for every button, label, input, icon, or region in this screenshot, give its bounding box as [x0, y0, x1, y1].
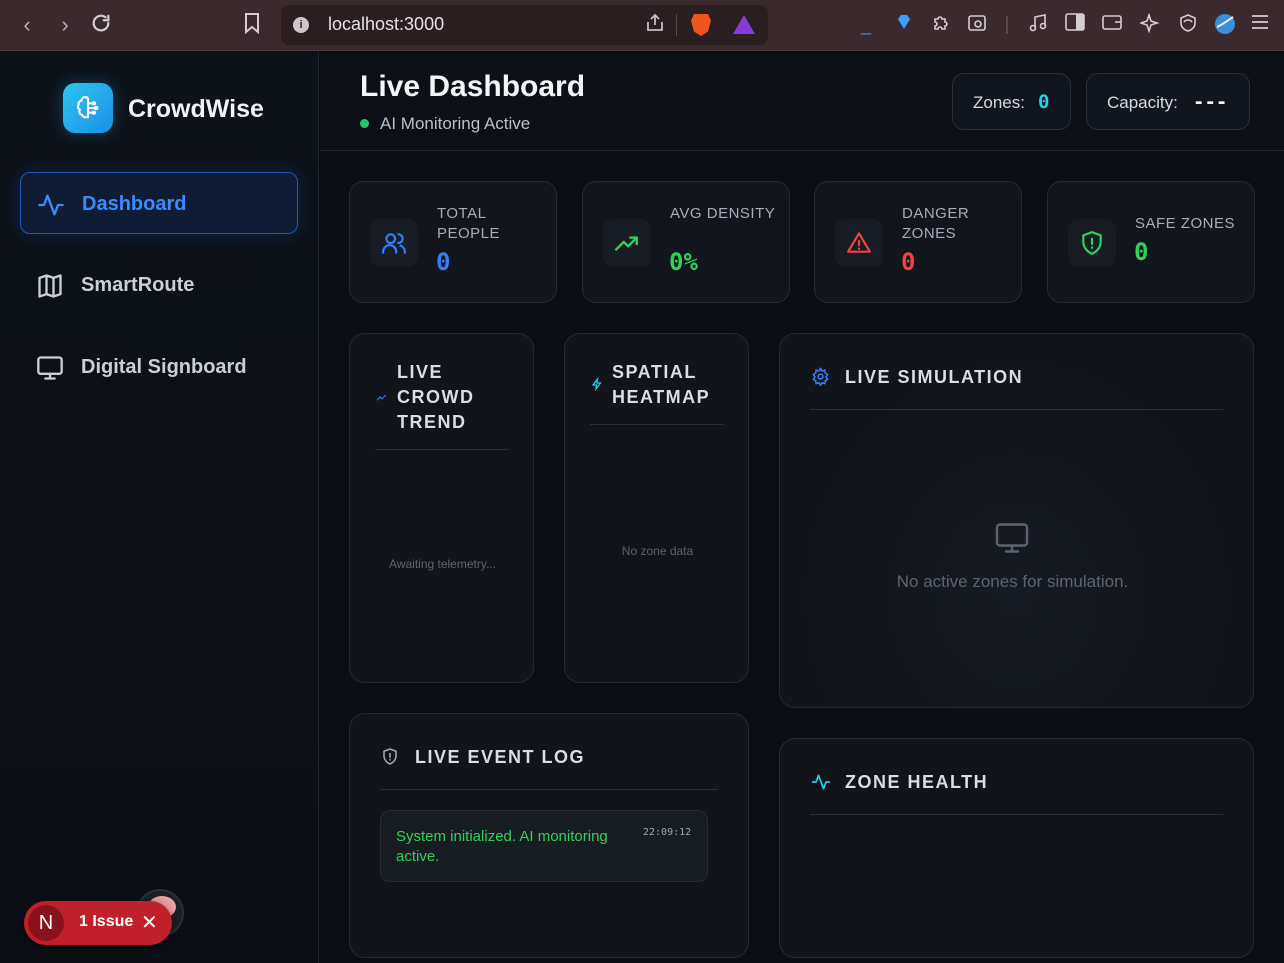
stat-label: DANGER ZONES: [902, 205, 970, 242]
gem-icon[interactable]: [892, 13, 916, 37]
status-dot: [360, 119, 369, 128]
issues-badge[interactable]: N 1 Issue ✕: [24, 901, 172, 945]
map-icon: [38, 274, 62, 298]
capacity-value: ---: [1193, 91, 1228, 113]
music-icon[interactable]: [1026, 13, 1050, 37]
zone-health-panel: ZONE HEALTH: [779, 738, 1254, 958]
sidebar-item-dashboard[interactable]: Dashboard: [20, 172, 298, 234]
empty-state-text: No active zones for simulation.: [896, 572, 1129, 591]
panel-title: SPATIAL HEATMAP: [612, 362, 711, 407]
stat-card-danger-zones: DANGER ZONES 0: [814, 181, 1022, 303]
close-icon[interactable]: ✕: [141, 910, 158, 935]
live-simulation-panel: LIVE SIMULATION No active zones for simu…: [779, 333, 1254, 708]
divider: [676, 14, 677, 36]
brave-rewards-icon[interactable]: [733, 15, 755, 34]
extension-minus-icon[interactable]: _: [854, 13, 878, 37]
stat-value: 0%: [669, 248, 698, 276]
wallet-icon[interactable]: [1100, 13, 1124, 37]
brain-logo-icon[interactable]: [63, 83, 113, 133]
browser-toolbar: ‹ › i localhost:3000 _: [0, 0, 1284, 51]
panel-title: LIVE SIMULATION: [845, 367, 1024, 387]
shield-icon: [383, 748, 397, 765]
bookmark-icon[interactable]: [239, 12, 265, 38]
reader-icon[interactable]: [965, 13, 989, 37]
stat-label: SAFE ZONES: [1135, 215, 1236, 232]
divider: [380, 789, 718, 790]
leo-ai-icon[interactable]: [1138, 12, 1162, 37]
share-icon[interactable]: [645, 13, 665, 38]
vpn-icon[interactable]: [1176, 13, 1200, 37]
profile-icon[interactable]: [1213, 13, 1237, 37]
panel-title: LIVE EVENT LOG: [415, 747, 586, 767]
stat-card-safe-zones: SAFE ZONES 0: [1047, 181, 1255, 303]
sidebar-toggle-icon[interactable]: [1063, 13, 1087, 37]
shield-icon: [1082, 231, 1102, 255]
issue-count[interactable]: 1 Issue: [79, 913, 133, 931]
zones-label: Zones:: [973, 93, 1025, 112]
sidebar-item-label: SmartRoute: [81, 274, 195, 296]
capacity-label: Capacity:: [1107, 93, 1178, 112]
site-info-icon[interactable]: i: [293, 17, 309, 33]
panel-title: ZONE HEALTH: [845, 772, 989, 792]
sidebar: CrowdWise Dashboard SmartRoute Digital S…: [0, 51, 319, 963]
divider: [590, 424, 724, 425]
menu-icon[interactable]: [1248, 13, 1272, 37]
monitor-icon: [995, 523, 1029, 553]
sidebar-item-digital-signboard[interactable]: Digital Signboard: [20, 336, 298, 398]
spatial-heatmap-panel: SPATIAL HEATMAP No zone data: [564, 333, 749, 683]
next-logo-icon[interactable]: N: [28, 905, 64, 941]
zap-icon: [591, 377, 602, 391]
activity-icon: [811, 774, 831, 790]
zones-value: 0: [1038, 91, 1050, 113]
page-header: Live Dashboard AI Monitoring Active Zone…: [320, 51, 1284, 151]
divider: [810, 409, 1223, 410]
back-icon[interactable]: ‹: [14, 12, 40, 38]
sidebar-item-smartroute[interactable]: SmartRoute: [20, 254, 298, 316]
address-bar[interactable]: i localhost:3000: [281, 5, 768, 45]
log-timestamp: 22:09:12: [643, 827, 692, 838]
empty-state-text: No zone data: [621, 544, 694, 558]
reload-icon[interactable]: [88, 12, 114, 38]
stat-label: AVG DENSITY: [670, 205, 776, 222]
divider: [1006, 16, 1008, 34]
capacity-pill: Capacity: ---: [1086, 73, 1250, 130]
stat-card-avg-density: AVG DENSITY 0%: [582, 181, 790, 303]
status-text: AI Monitoring Active: [380, 114, 531, 133]
panel-title: LIVE CROWD TREND: [397, 362, 475, 432]
zones-pill: Zones: 0: [952, 73, 1071, 130]
brave-shields-icon[interactable]: [691, 14, 711, 36]
monitor-icon: [37, 356, 63, 380]
trending-up-icon: [614, 236, 638, 251]
sidebar-item-label: Dashboard: [82, 193, 187, 215]
empty-state-text: Awaiting telemetry...: [389, 557, 496, 571]
puzzle-icon[interactable]: [929, 13, 953, 37]
forward-icon[interactable]: ›: [52, 12, 78, 38]
live-event-log-panel: LIVE EVENT LOG System initialized. AI mo…: [349, 713, 749, 958]
stat-label: TOTAL PEOPLE: [437, 205, 501, 242]
log-entry: System initialized. AI monitoring active…: [380, 810, 708, 882]
page-title: Live Dashboard: [360, 70, 586, 103]
brand-name: CrowdWise: [128, 95, 264, 123]
log-message: System initialized. AI monitoring active…: [396, 828, 608, 865]
users-icon: [382, 233, 406, 254]
divider: [810, 814, 1223, 815]
activity-icon: [38, 194, 64, 216]
gear-icon: [812, 367, 829, 386]
stat-value: 0: [901, 248, 916, 276]
url-text[interactable]: localhost:3000: [328, 14, 444, 35]
trending-up-icon: [376, 394, 387, 401]
alert-triangle-icon: [847, 232, 871, 253]
stat-value: 0: [1134, 238, 1149, 266]
stat-value: 0: [436, 248, 451, 276]
divider: [375, 449, 509, 450]
sidebar-item-label: Digital Signboard: [81, 356, 247, 378]
stat-card-total-people: TOTAL PEOPLE 0: [349, 181, 557, 303]
live-crowd-trend-panel: LIVE CROWD TREND Awaiting telemetry...: [349, 333, 534, 683]
